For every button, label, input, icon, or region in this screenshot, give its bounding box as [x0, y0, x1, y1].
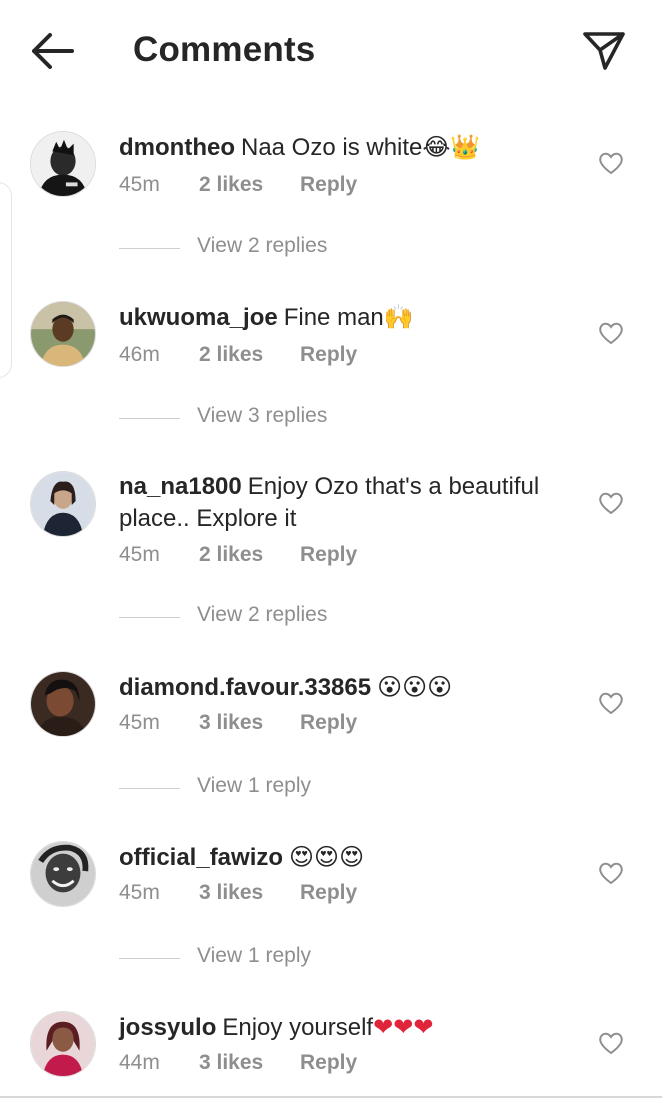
avatar-photo — [31, 472, 95, 536]
comment-likes[interactable]: 2 likes — [199, 173, 263, 197]
side-edge-tab[interactable] — [0, 182, 12, 378]
comment-time: 45m — [119, 881, 160, 904]
divider — [119, 248, 180, 249]
paper-plane-icon — [583, 32, 625, 70]
like-button[interactable] — [597, 690, 625, 716]
like-button[interactable] — [597, 150, 625, 176]
comment-emojis: 😮😮😮 — [377, 673, 453, 701]
heart-icon — [599, 862, 623, 885]
view-replies-label: View 1 reply — [197, 944, 312, 967]
arrow-left-icon — [32, 33, 74, 69]
reply-button[interactable]: Reply — [300, 343, 357, 367]
like-button[interactable] — [597, 860, 625, 886]
view-replies-label: View 3 replies — [197, 404, 328, 427]
comment-text: Fine man — [283, 304, 384, 331]
reply-button[interactable]: Reply — [300, 881, 357, 905]
comment-time: 46m — [119, 343, 160, 366]
avatar[interactable] — [30, 841, 96, 907]
divider — [119, 958, 180, 959]
heart-icon — [599, 1032, 623, 1055]
bottom-divider — [0, 1096, 662, 1098]
comment-username[interactable]: official_fawizo — [119, 844, 283, 871]
comment-emojis: 😂👑 — [422, 133, 481, 161]
comment-likes[interactable]: 3 likes — [199, 881, 263, 905]
divider — [119, 418, 180, 419]
heart-icon — [599, 152, 623, 175]
heart-icon — [599, 492, 623, 515]
avatar[interactable] — [30, 131, 96, 197]
view-replies-label: View 2 replies — [197, 234, 328, 257]
comment-likes[interactable]: 3 likes — [199, 711, 263, 735]
comment-body: diamond.favour.33865 😮😮😮 — [119, 671, 579, 704]
comment-body: ukwuoma_joe Fine man🙌 — [119, 301, 579, 334]
comments-screen: Comments dmontheo Naa Ozo is white😂👑 45m … — [0, 0, 662, 1100]
avatar-photo — [31, 302, 95, 366]
comment-likes[interactable]: 3 likes — [199, 1051, 263, 1075]
reply-button[interactable]: Reply — [300, 711, 357, 735]
comment-emojis: 😍😍😍 — [289, 843, 365, 871]
avatar[interactable] — [30, 301, 96, 367]
comment-body: jossyulo Enjoy yourself❤❤❤ — [119, 1011, 579, 1044]
back-button[interactable] — [28, 30, 76, 72]
comment-username[interactable]: dmontheo — [119, 134, 235, 161]
comment-likes[interactable]: 2 likes — [199, 343, 263, 367]
comment-body: na_na1800 Enjoy Ozo that's a beautiful pl… — [119, 471, 579, 535]
avatar[interactable] — [30, 471, 96, 537]
comment-body: dmontheo Naa Ozo is white😂👑 — [119, 131, 579, 164]
avatar-photo — [31, 842, 95, 906]
comment-text: Naa Ozo is white — [240, 134, 423, 161]
comment-emojis: ❤❤❤ — [373, 1013, 434, 1041]
header: Comments — [0, 0, 662, 104]
comment-username[interactable]: ukwuoma_joe — [119, 304, 278, 331]
like-button[interactable] — [597, 1030, 625, 1056]
heart-icon — [599, 692, 623, 715]
avatar-photo — [31, 672, 95, 736]
share-button[interactable] — [580, 28, 628, 74]
divider — [119, 788, 180, 789]
page-title: Comments — [133, 30, 316, 69]
avatar-photo — [31, 132, 95, 196]
comment-username[interactable]: jossyulo — [119, 1014, 216, 1041]
reply-button[interactable]: Reply — [300, 173, 357, 197]
comment-likes[interactable]: 2 likes — [199, 543, 263, 567]
view-replies-label: View 1 reply — [197, 774, 312, 797]
comment-text: Enjoy yourself — [222, 1014, 374, 1041]
comment-time: 44m — [119, 1051, 160, 1074]
like-button[interactable] — [597, 490, 625, 516]
comment-username[interactable]: na_na1800 — [119, 473, 242, 500]
avatar-photo — [31, 1012, 95, 1076]
comment-time: 45m — [119, 173, 160, 196]
view-replies-label: View 2 replies — [197, 603, 328, 626]
comment-username[interactable]: diamond.favour.33865 — [119, 674, 371, 701]
heart-icon — [599, 322, 623, 345]
divider — [119, 617, 180, 618]
comment-time: 45m — [119, 711, 160, 734]
like-button[interactable] — [597, 320, 625, 346]
comment-emojis: 🙌 — [383, 303, 414, 331]
comment-time: 45m — [119, 543, 160, 566]
avatar[interactable] — [30, 1011, 96, 1077]
avatar[interactable] — [30, 671, 96, 737]
reply-button[interactable]: Reply — [300, 1051, 357, 1075]
reply-button[interactable]: Reply — [300, 543, 357, 567]
comment-body: official_fawizo 😍😍😍 — [119, 841, 579, 874]
